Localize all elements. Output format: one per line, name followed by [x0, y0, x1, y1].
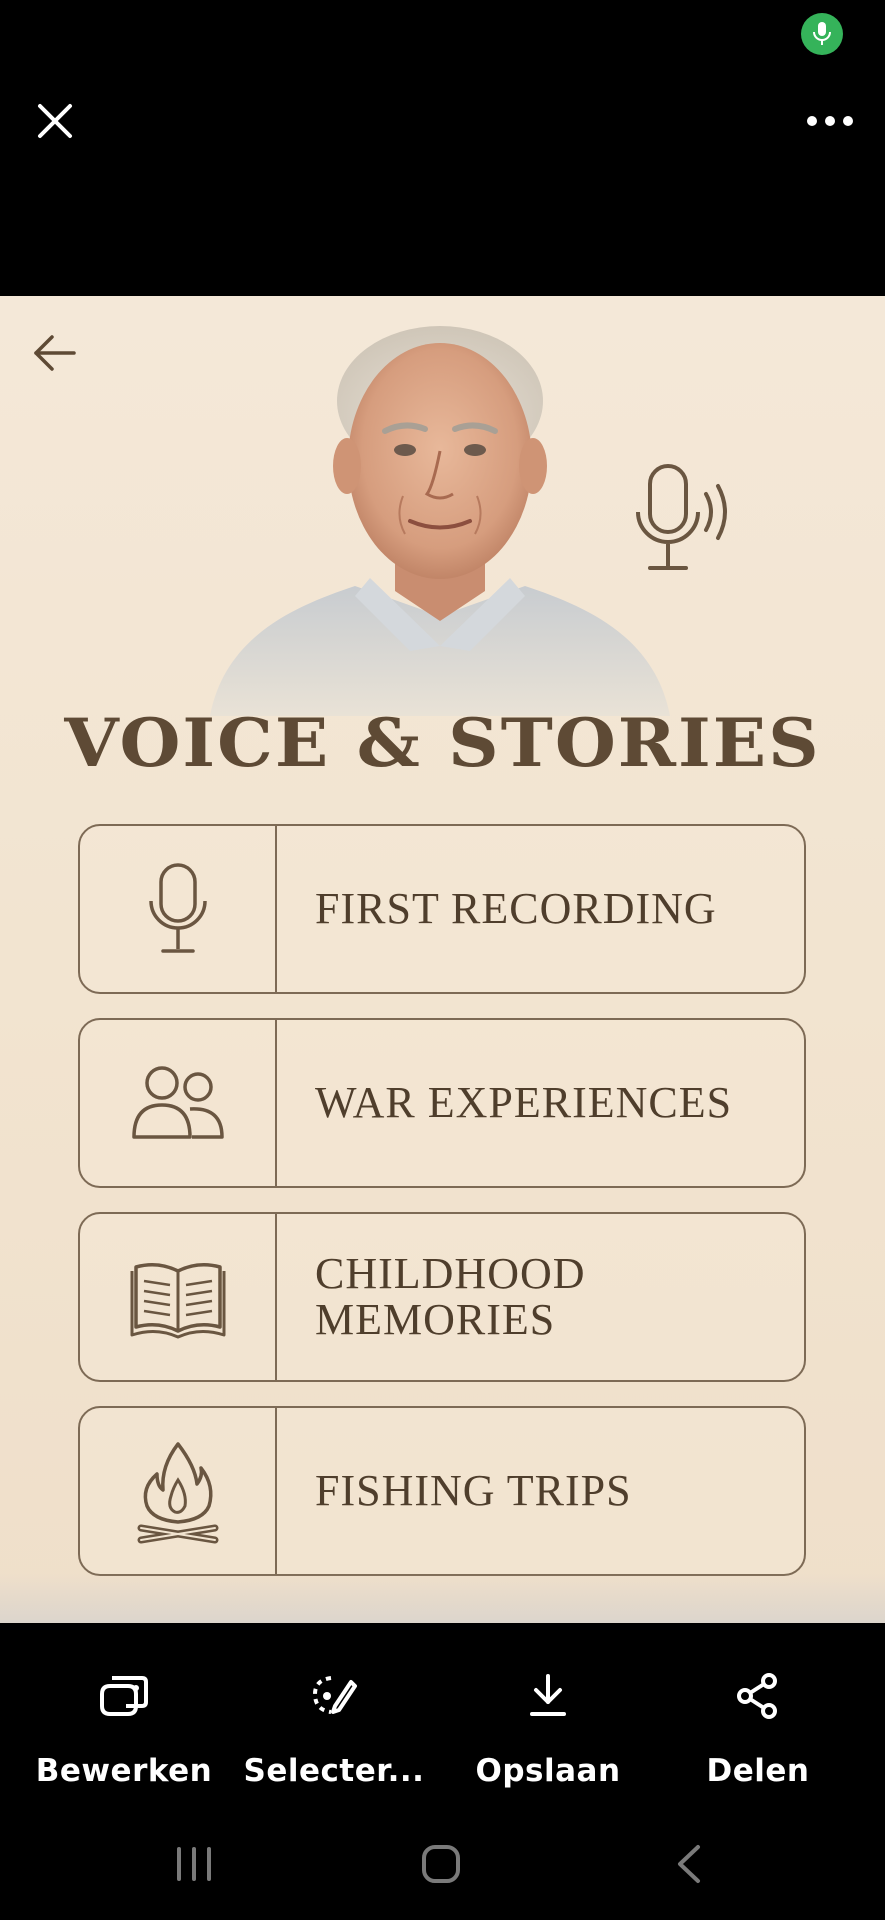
story-card-first-recording[interactable]: FIRST RECORDING — [78, 824, 806, 994]
bottom-toolbar: Bewerken Selecter... Opslaan Delen — [0, 1623, 885, 1823]
home-icon[interactable] — [420, 1843, 462, 1885]
save-label: Opslaan — [475, 1753, 621, 1789]
page-title: VOICE & STORIES — [64, 703, 821, 782]
story-card-fishing-trips[interactable]: FISHING TRIPS — [78, 1406, 806, 1576]
story-card-childhood-memories[interactable]: CHILDHOOD MEMORIES — [78, 1212, 806, 1382]
back-chevron-icon[interactable] — [672, 1843, 704, 1885]
open-book-icon — [130, 1263, 225, 1339]
share-icon — [737, 1673, 777, 1719]
card-label: FISHING TRIPS — [315, 1465, 632, 1515]
card-label: FIRST RECORDING — [315, 883, 717, 933]
card-label: WAR EXPERIENCES — [315, 1077, 733, 1127]
story-card-war-experiences[interactable]: WAR EXPERIENCES — [78, 1018, 806, 1188]
close-icon[interactable] — [32, 98, 78, 144]
select-icon — [312, 1676, 357, 1714]
share-button[interactable]: Delen — [648, 1623, 868, 1823]
microphone-in-use-indicator[interactable] — [801, 13, 843, 55]
recents-icon[interactable] — [173, 1845, 215, 1883]
edit-icon — [100, 1676, 148, 1716]
portrait-photo — [210, 326, 670, 716]
select-label: Selecter... — [243, 1753, 425, 1789]
edit-label: Bewerken — [35, 1753, 213, 1789]
download-icon — [530, 1674, 566, 1716]
edit-button[interactable]: Bewerken — [14, 1623, 234, 1823]
save-button[interactable]: Opslaan — [438, 1623, 658, 1823]
microphone-icon — [813, 22, 831, 45]
panel-bottom-fade — [0, 1573, 885, 1623]
image-preview[interactable]: VOICE & STORIES FIRST RECORDING WAR EXPE… — [0, 296, 885, 1623]
arrow-left-icon — [34, 335, 76, 371]
campfire-icon — [137, 1442, 218, 1544]
voice-recording-icon — [636, 464, 727, 570]
share-label: Delen — [706, 1753, 810, 1789]
select-button[interactable]: Selecter... — [224, 1623, 444, 1823]
microphone-icon — [148, 863, 207, 953]
people-icon — [131, 1066, 224, 1139]
more-options-icon[interactable] — [800, 104, 860, 138]
card-label: CHILDHOOD MEMORIES — [315, 1248, 586, 1344]
